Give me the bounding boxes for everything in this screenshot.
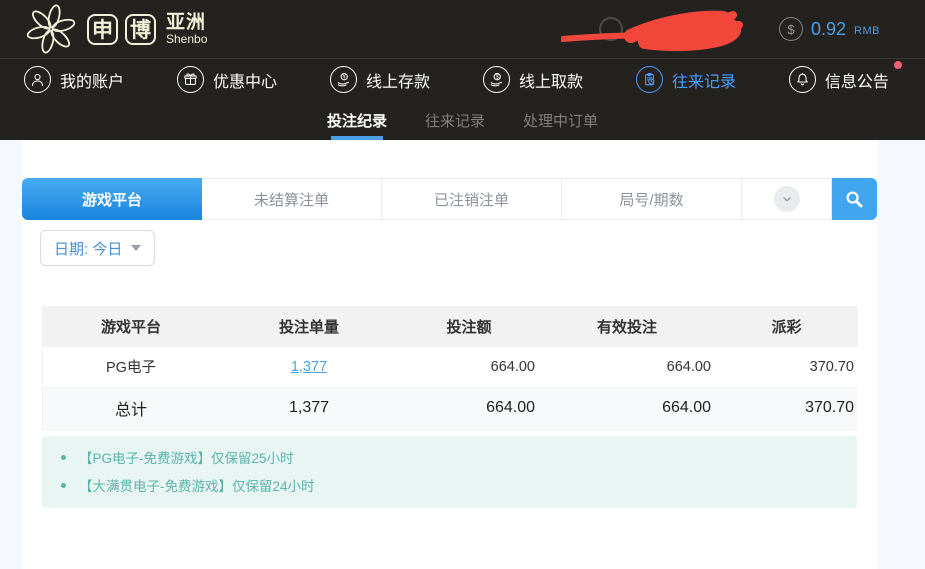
tab-label: 已注销注单 bbox=[434, 189, 509, 210]
redaction-scribble bbox=[561, 5, 761, 53]
user-icon bbox=[24, 66, 51, 93]
search-button[interactable] bbox=[832, 178, 877, 220]
cell-valid-bet: 664.00 bbox=[539, 347, 715, 387]
nav-item-my-account[interactable]: 我的账户 bbox=[24, 66, 124, 93]
table-header-row: 游戏平台 投注单量 投注额 有效投注 派彩 bbox=[43, 306, 858, 347]
cell-total-valid-bet: 664.00 bbox=[539, 387, 715, 429]
cell-total-label: 总计 bbox=[43, 387, 219, 429]
notice-text: 【PG电子-免费游戏】仅保留25小时 bbox=[79, 447, 294, 467]
brand-logo[interactable]: 申 博 亚洲 Shenbo bbox=[0, 2, 207, 56]
nav-item-withdraw[interactable]: $ 线上取款 bbox=[483, 66, 583, 93]
nav-label: 优惠中心 bbox=[213, 68, 277, 92]
withdraw-icon: $ bbox=[483, 66, 510, 93]
caret-down-icon bbox=[131, 245, 141, 251]
subnav-item-transaction-records[interactable]: 往来记录 bbox=[423, 100, 487, 140]
bell-icon bbox=[789, 66, 816, 93]
nav-item-deposit[interactable]: ¥ 线上存款 bbox=[330, 66, 430, 93]
col-header-bet-amount: 投注额 bbox=[399, 306, 539, 347]
coin-symbol: $ bbox=[787, 22, 794, 37]
logo-char-1: 申 bbox=[87, 14, 118, 45]
cell-payout: 370.70 bbox=[715, 347, 858, 387]
table-total-row: 总计 1,377 664.00 664.00 370.70 bbox=[43, 387, 858, 429]
page: 申 博 亚洲 Shenbo $ bbox=[0, 0, 925, 569]
notification-dot bbox=[894, 61, 902, 69]
col-header-bet-count: 投注单量 bbox=[219, 306, 399, 347]
nav-item-announcements[interactable]: 信息公告 bbox=[789, 66, 889, 93]
cell-total-count: 1,377 bbox=[219, 387, 399, 429]
filter-tab-bar: 游戏平台 未结算注单 已注销注单 局号/期数 bbox=[22, 178, 877, 220]
balance-display[interactable]: $ 0.92 RMB bbox=[779, 17, 880, 41]
tab-round-number[interactable]: 局号/期数 bbox=[562, 178, 742, 220]
nav-item-promotions[interactable]: 优惠中心 bbox=[177, 66, 277, 93]
gift-icon bbox=[177, 66, 204, 93]
subnav-label: 投注纪录 bbox=[327, 110, 387, 131]
tab-cancelled-bets[interactable]: 已注销注单 bbox=[382, 178, 562, 220]
top-header: 申 博 亚洲 Shenbo $ bbox=[0, 0, 925, 58]
bet-count-link[interactable]: 1,377 bbox=[291, 359, 327, 375]
tab-game-platform[interactable]: 游戏平台 bbox=[22, 178, 202, 220]
cell-bet-amount: 664.00 bbox=[399, 347, 539, 387]
notice-item: 【PG电子-免费游戏】仅保留25小时 bbox=[42, 443, 857, 471]
col-header-payout: 派彩 bbox=[715, 306, 858, 347]
nav-label: 线上存款 bbox=[366, 68, 430, 92]
flower-logo-icon bbox=[24, 2, 78, 56]
bullet-icon bbox=[61, 455, 66, 460]
nav-item-transaction-records[interactable]: 往来记录 bbox=[636, 66, 736, 93]
svg-text:¥: ¥ bbox=[343, 75, 346, 81]
notice-text: 【大满贯电子-免费游戏】仅保留24小时 bbox=[79, 475, 315, 495]
section-divider bbox=[42, 497, 857, 498]
search-icon bbox=[843, 188, 866, 211]
expand-dropdown[interactable] bbox=[742, 178, 832, 220]
tab-label: 局号/期数 bbox=[619, 189, 683, 210]
main-nav: 我的账户 优惠中心 ¥ 线上存款 bbox=[0, 58, 925, 100]
tab-label: 游戏平台 bbox=[82, 189, 142, 210]
subnav-item-pending-orders[interactable]: 处理中订单 bbox=[521, 100, 600, 140]
nav-label: 我的账户 bbox=[60, 68, 124, 92]
notice-item: 【大满贯电子-免费游戏】仅保留24小时 bbox=[42, 471, 857, 499]
sub-nav: 投注纪录 往来记录 处理中订单 bbox=[0, 100, 925, 140]
date-filter-label: 日期: 今日 bbox=[54, 238, 122, 259]
balance-currency: RMB bbox=[854, 25, 880, 37]
col-header-platform: 游戏平台 bbox=[43, 306, 219, 347]
cell-total-payout: 370.70 bbox=[715, 387, 858, 429]
bullet-icon bbox=[61, 483, 66, 488]
subnav-label: 处理中订单 bbox=[523, 110, 598, 131]
chevron-down-icon bbox=[774, 186, 800, 212]
coin-icon: $ bbox=[779, 17, 803, 41]
records-icon bbox=[636, 66, 663, 93]
tab-unsettled-bets[interactable]: 未结算注单 bbox=[202, 178, 382, 220]
user-account-area[interactable] bbox=[561, 5, 761, 53]
main-card: 游戏平台 未结算注单 已注销注单 局号/期数 bbox=[22, 140, 877, 569]
logo-brand-en: Shenbo bbox=[166, 33, 207, 46]
table-row: PG电子 1,377 664.00 664.00 370.70 bbox=[43, 347, 858, 387]
subnav-label: 往来记录 bbox=[425, 110, 485, 131]
nav-label: 往来记录 bbox=[672, 68, 736, 92]
subnav-item-bet-records[interactable]: 投注纪录 bbox=[325, 100, 389, 140]
logo-char-2: 博 bbox=[125, 14, 156, 45]
content-area: 游戏平台 未结算注单 已注销注单 局号/期数 bbox=[0, 140, 925, 569]
balance-amount: 0.92 bbox=[811, 19, 846, 40]
date-filter-button[interactable]: 日期: 今日 bbox=[40, 230, 155, 266]
col-header-valid-bet: 有效投注 bbox=[539, 306, 715, 347]
cell-platform: PG电子 bbox=[43, 347, 219, 387]
cell-total-bet-amount: 664.00 bbox=[399, 387, 539, 429]
logo-region: 亚洲 bbox=[166, 13, 207, 33]
nav-label: 线上取款 bbox=[519, 68, 583, 92]
bet-summary-table: 游戏平台 投注单量 投注额 有效投注 派彩 PG电子 1,377 bbox=[42, 306, 857, 430]
tab-label: 未结算注单 bbox=[254, 189, 329, 210]
nav-label: 信息公告 bbox=[825, 68, 889, 92]
deposit-icon: ¥ bbox=[330, 66, 357, 93]
svg-text:$: $ bbox=[496, 75, 499, 81]
